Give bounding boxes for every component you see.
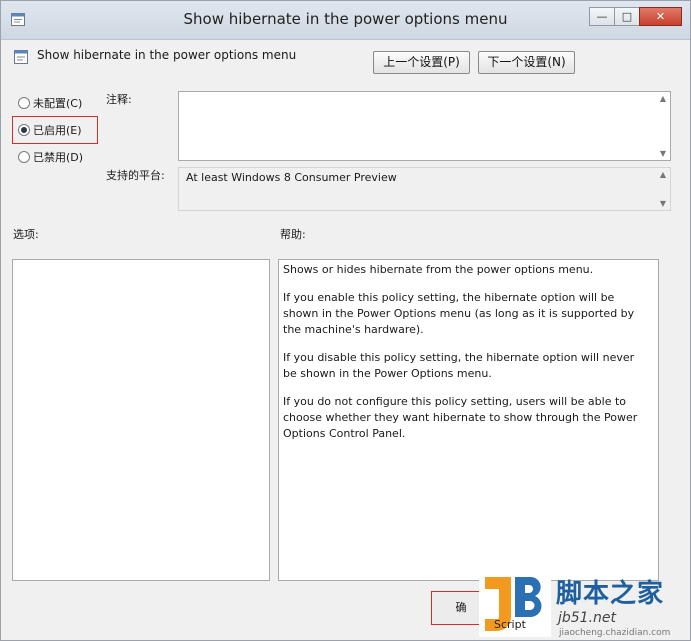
close-icon: ✕ — [655, 10, 666, 23]
scroll-down-icon[interactable]: ▼ — [658, 149, 668, 158]
comment-label: 注释: — [106, 93, 132, 106]
close-button[interactable]: ✕ — [639, 7, 682, 26]
scroll-up-icon[interactable]: ▲ — [658, 94, 668, 103]
scroll-down-icon[interactable]: ▼ — [658, 199, 668, 208]
help-paragraph: If you do not configure this policy sett… — [283, 395, 638, 440]
maximize-icon: □ — [621, 10, 633, 23]
scroll-up-icon[interactable]: ▲ — [658, 170, 668, 179]
platform-value: At least Windows 8 Consumer Preview — [186, 171, 397, 184]
platform-field: At least Windows 8 Consumer Preview ▲ ▼ — [178, 167, 671, 211]
help-paragraph: If you disable this policy setting, the … — [283, 351, 635, 380]
title-bar[interactable]: Show hibernate in the power options menu… — [1, 1, 690, 40]
watermark-subtitle: jb51.net — [558, 610, 617, 626]
help-label: 帮助: — [280, 228, 306, 241]
policy-name: Show hibernate in the power options menu — [37, 48, 297, 62]
window-title: Show hibernate in the power options menu — [183, 10, 508, 28]
next-setting-button[interactable]: 下一个设置(N) — [478, 51, 575, 74]
policy-dialog: Show hibernate in the power options menu… — [0, 0, 691, 641]
watermark-script: Script — [494, 618, 526, 631]
comment-scrollbar[interactable]: ▲ ▼ — [656, 92, 670, 160]
radio-circle-selected[interactable] — [18, 124, 30, 136]
help-text: Shows or hides hibernate from the power … — [283, 262, 643, 454]
help-paragraph: If you enable this policy setting, the h… — [283, 291, 635, 336]
radio-circle[interactable] — [18, 151, 30, 163]
platform-label: 支持的平台: — [106, 169, 165, 182]
watermark-title: 脚本之家 — [556, 579, 665, 609]
radio-label: 已启用(E) — [33, 124, 82, 137]
options-label: 选项: — [13, 228, 39, 241]
watermark-url: jiaocheng.chazidian.com — [559, 628, 671, 638]
minimize-icon: — — [596, 10, 608, 23]
minimize-button[interactable]: — — [589, 7, 615, 26]
maximize-button[interactable]: □ — [614, 7, 640, 26]
platform-scrollbar[interactable]: ▲ ▼ — [656, 168, 670, 210]
radio-disabled[interactable]: 已禁用(D) — [18, 149, 108, 165]
radio-label: 未配置(C) — [33, 97, 83, 110]
setting-icon — [14, 50, 28, 64]
help-panel[interactable]: Shows or hides hibernate from the power … — [278, 259, 659, 581]
comment-field[interactable]: ▲ ▼ — [178, 91, 671, 161]
radio-enabled[interactable]: 已启用(E) — [18, 122, 108, 138]
help-paragraph: Shows or hides hibernate from the power … — [283, 263, 594, 276]
radio-label: 已禁用(D) — [33, 151, 84, 164]
radio-not-configured[interactable]: 未配置(C) — [18, 95, 108, 111]
options-panel — [12, 259, 270, 581]
previous-setting-button[interactable]: 上一个设置(P) — [373, 51, 470, 74]
radio-circle[interactable] — [18, 97, 30, 109]
